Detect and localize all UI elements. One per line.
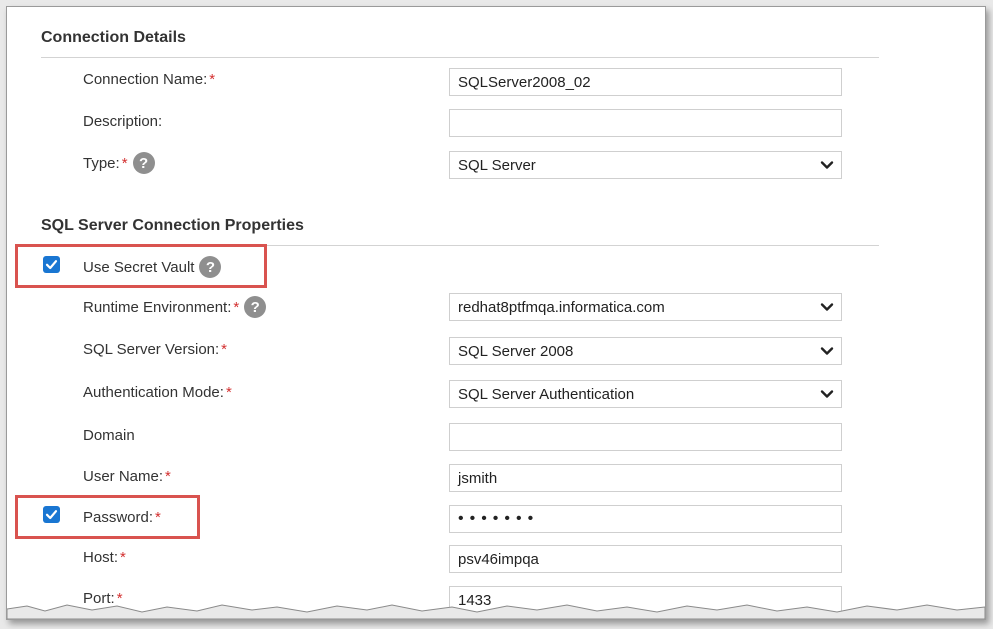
host-label: Host: * [83, 549, 126, 566]
chevron-down-icon [820, 161, 834, 169]
authentication-mode-select[interactable]: SQL Server Authentication [449, 380, 842, 408]
chevron-down-icon [820, 347, 834, 355]
question-circle-icon[interactable]: ? [132, 152, 155, 174]
host-label-text: Host: [83, 549, 119, 566]
user-name-input[interactable]: jsmith [449, 464, 842, 492]
sql-server-properties-title: SQL Server Connection Properties [41, 217, 304, 234]
type-select-value: SQL Server [458, 156, 536, 174]
section-divider [41, 57, 879, 58]
authentication-mode-label-text: Authentication Mode: [83, 384, 224, 401]
connection-name-input[interactable]: SQLServer2008_02 [449, 68, 842, 96]
required-marker: * [209, 71, 216, 88]
connection-name-label: Connection Name: * [83, 71, 215, 88]
password-checkbox[interactable] [43, 506, 60, 523]
description-label: Description: [83, 113, 163, 130]
question-circle-icon[interactable]: ? [199, 256, 222, 278]
required-marker: * [165, 468, 171, 485]
password-input[interactable]: ••••••• [449, 505, 842, 533]
domain-label: Domain [83, 427, 135, 444]
required-marker: * [155, 509, 161, 526]
description-input[interactable] [449, 109, 842, 137]
check-icon [45, 260, 58, 270]
required-marker: * [120, 549, 126, 566]
required-marker: * [121, 154, 128, 172]
runtime-environment-value: redhat8ptfmqa.informatica.com [458, 298, 665, 316]
runtime-environment-select[interactable]: redhat8ptfmqa.informatica.com [449, 293, 842, 321]
domain-input[interactable] [449, 423, 842, 451]
sql-server-version-label-text: SQL Server Version: [83, 341, 220, 358]
chevron-down-icon [820, 303, 834, 311]
use-secret-vault-label-text: Use Secret Vault [83, 258, 195, 276]
question-circle-icon[interactable]: ? [244, 296, 267, 318]
required-marker: * [225, 384, 232, 401]
password-masked-value: ••••••• [458, 510, 540, 527]
sql-server-version-label: SQL Server Version: * [83, 341, 227, 358]
authentication-mode-label: Authentication Mode: * [83, 384, 232, 401]
type-label: Type: * ? [83, 152, 155, 174]
check-icon [45, 510, 58, 520]
use-secret-vault-checkbox[interactable] [43, 256, 60, 273]
authentication-mode-value: SQL Server Authentication [458, 385, 635, 403]
connection-details-title: Connection Details [41, 29, 186, 46]
runtime-environment-label: Runtime Environment: * ? [83, 296, 267, 318]
user-name-label: User Name: * [83, 468, 171, 485]
required-marker: * [221, 341, 228, 358]
connection-name-label-text: Connection Name: [83, 71, 208, 88]
use-secret-vault-label: Use Secret Vault ? [83, 256, 222, 278]
password-label: Password: * [83, 509, 161, 526]
connection-form-window: Connection Details Connection Name: * SQL… [6, 6, 986, 620]
type-label-text: Type: [83, 154, 120, 172]
user-name-label-text: User Name: [83, 468, 164, 485]
runtime-environment-label-text: Runtime Environment: [83, 298, 232, 316]
torn-edge [7, 604, 985, 619]
host-input[interactable]: psv46impqa [449, 545, 842, 573]
required-marker: * [233, 298, 240, 316]
sql-server-version-select[interactable]: SQL Server 2008 [449, 337, 842, 365]
password-label-text: Password: [83, 509, 154, 526]
type-select[interactable]: SQL Server [449, 151, 842, 179]
sql-server-version-value: SQL Server 2008 [458, 342, 574, 360]
chevron-down-icon [820, 390, 834, 398]
